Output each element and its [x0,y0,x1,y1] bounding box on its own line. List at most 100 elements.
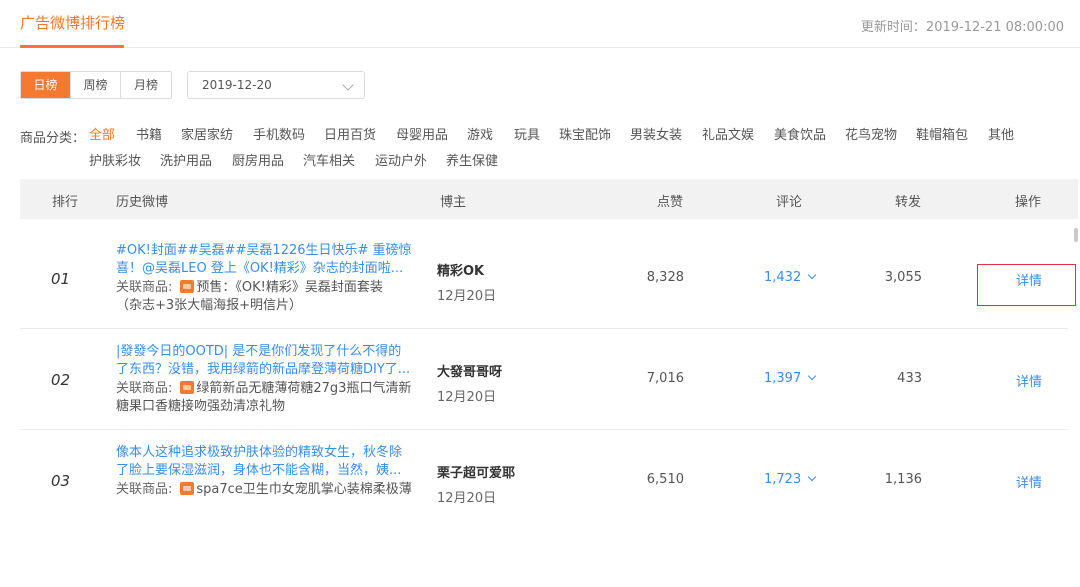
tab-weekly[interactable]: 周榜 [71,72,121,98]
header-comments: 评论 [776,195,803,210]
comments-count: 1,432 [764,270,802,285]
category-auto[interactable]: 汽车相关 [303,150,355,169]
category-home-textiles[interactable]: 家居家纺 [181,124,233,143]
post-date: 12月20日 [437,289,497,304]
chevron-down-icon [807,472,817,482]
scrollbar-thumb[interactable] [1074,228,1078,242]
category-all[interactable]: 全部 [89,124,115,143]
category-label: 商品分类： [20,131,86,146]
product-label: 关联商品: [116,381,173,396]
category-jewelry[interactable]: 珠宝配饰 [559,124,611,143]
product-name: 预售：《OK!精彩》吴磊封面套装 [196,280,383,295]
blogger-name[interactable]: 栗子超可爱耶 [437,462,515,481]
page-header: 广告微博排行榜 更新时间：2019-12-21 08:00:00 [0,0,1080,48]
category-digital[interactable]: 手机数码 [253,124,305,143]
header-reposts: 转发 [895,195,922,210]
tab-daily[interactable]: 日榜 [21,72,71,98]
tab-monthly[interactable]: 月榜 [121,72,171,98]
likes-count: 6,510 [646,472,684,487]
related-product: 关联商品: 绿箭新品无糖薄荷糖27g3瓶口气清新 糖果口香糖接吻强劲清凉礼物 [116,380,412,416]
related-product: 关联商品: spa7ce卫生巾女宠肌掌心装棉柔极薄 [116,481,412,499]
update-time: 更新时间：2019-12-21 08:00:00 [860,20,1064,35]
rank-number: 01 [51,270,71,288]
product-name-continued: （杂志+3张大幅海报+明信片） [116,298,303,313]
category-wash-care[interactable]: 洗护用品 [160,150,212,169]
post-cell: 像本人这种追求极致护肤体验的精致女生，秋冬除 了脸上要保湿滋润，身体也不能含糊，… [116,444,412,499]
table-row: 03 像本人这种追求极致护肤体验的精致女生，秋冬除 了脸上要保湿滋润，身体也不能… [20,430,1068,531]
post-title-link[interactable]: |發發今日的OOTD| 是不是你们发现了什么不得的 了东西？没错，我用绿箭的新品… [116,343,412,379]
category-baby[interactable]: 母婴用品 [396,124,448,143]
highlight-box [977,264,1076,306]
comments-toggle[interactable]: 1,397 [764,371,817,386]
post-date: 12月20日 [437,491,497,506]
category-other[interactable]: 其他 [988,124,1014,143]
product-name: 绿箭新品无糖薄荷糖27g3瓶口气清新 [196,381,412,396]
likes-count: 7,016 [646,371,684,386]
title-underline [20,45,124,48]
header-actions: 操作 [1015,195,1042,210]
table-row: 02 |發發今日的OOTD| 是不是你们发现了什么不得的 了东西？没错，我用绿箭… [20,329,1068,430]
reposts-count: 3,055 [884,270,922,285]
category-health[interactable]: 养生保健 [446,150,498,169]
comments-toggle[interactable]: 1,723 [764,472,817,487]
chevron-down-icon [807,270,817,280]
related-product: 关联商品: 预售：《OK!精彩》吴磊封面套装 （杂志+3张大幅海报+明信片） [116,279,412,315]
blogger-name[interactable]: 精彩OK [437,260,496,279]
reposts-count: 1,136 [884,472,922,487]
comments-count: 1,723 [764,472,802,487]
date-select-value: 2019-12-20 [202,78,272,92]
category-food[interactable]: 美食饮品 [774,124,826,143]
date-select[interactable]: 2019-12-20 [187,71,365,99]
blogger-cell: 大發哥哥呀 12月20日 [437,361,502,405]
shop-icon [180,280,195,293]
shop-icon [180,381,195,394]
table-header: 排行 历史微博 博主 点赞 评论 转发 操作 [20,179,1078,219]
category-toys[interactable]: 玩具 [514,124,540,143]
comments-count: 1,397 [764,371,802,386]
product-label: 关联商品: [116,482,173,497]
category-clothing[interactable]: 男装女装 [630,124,682,143]
post-date: 12月20日 [437,390,497,405]
post-cell: #OK!封面##吴磊##吴磊1226生日快乐# 重磅惊 喜！@吴磊LEO 登上《… [116,242,412,315]
category-books[interactable]: 书籍 [136,124,162,143]
product-name: spa7ce卫生巾女宠肌掌心装棉柔极薄 [196,482,412,497]
category-daily-goods[interactable]: 日用百货 [324,124,376,143]
category-games[interactable]: 游戏 [467,124,493,143]
chevron-down-icon [807,371,817,381]
table-row: 01 #OK!封面##吴磊##吴磊1226生日快乐# 重磅惊 喜！@吴磊LEO … [20,228,1068,329]
page-title[interactable]: 广告微博排行榜 [20,12,125,33]
shop-icon [180,482,195,495]
likes-count: 8,328 [646,270,684,285]
post-title-line: 了脸上要保湿滋润，身体也不能含糊，当然，姨... [116,463,402,478]
blogger-cell: 栗子超可爱耶 12月20日 [437,462,515,506]
post-title-line: 喜！@吴磊LEO 登上《OK!精彩》杂志的封面啦... [116,261,404,276]
period-tabs: 日榜 周榜 月榜 [20,71,172,99]
comments-toggle[interactable]: 1,432 [764,270,817,285]
category-bags[interactable]: 鞋帽箱包 [916,124,968,143]
category-pets[interactable]: 花鸟宠物 [845,124,897,143]
category-gifts[interactable]: 礼品文娱 [702,124,754,143]
post-title-line: 像本人这种追求极致护肤体验的精致女生，秋冬除 [116,445,403,460]
header-likes: 点赞 [657,195,684,210]
detail-link[interactable]: 详情 [1016,472,1042,491]
category-outdoor[interactable]: 运动户外 [375,150,427,169]
detail-link[interactable]: 详情 [1016,371,1042,390]
header-post: 历史微博 [116,195,169,210]
post-title-line: |發發今日的OOTD| 是不是你们发现了什么不得的 [116,344,402,359]
post-title-link[interactable]: 像本人这种追求极致护肤体验的精致女生，秋冬除 了脸上要保湿滋润，身体也不能含糊，… [116,444,412,480]
blogger-name[interactable]: 大發哥哥呀 [437,361,502,380]
rank-number: 03 [51,472,71,490]
header-blogger: 博主 [440,195,467,210]
post-cell: |發發今日的OOTD| 是不是你们发现了什么不得的 了东西？没错，我用绿箭的新品… [116,343,412,416]
post-title-link[interactable]: #OK!封面##吴磊##吴磊1226生日快乐# 重磅惊 喜！@吴磊LEO 登上《… [116,242,412,278]
category-kitchen[interactable]: 厨房用品 [232,150,284,169]
reposts-count: 433 [897,371,922,386]
product-name-continued: 糖果口香糖接吻强劲清凉礼物 [116,399,286,414]
header-rank: 排行 [52,195,79,210]
chevron-down-icon [342,79,354,91]
post-title-line: 了东西？没错，我用绿箭的新品摩登薄荷糖DIY了... [116,362,411,377]
post-title-line: #OK!封面##吴磊##吴磊1226生日快乐# 重磅惊 [116,243,412,258]
blogger-cell: 精彩OK 12月20日 [437,260,496,304]
category-skincare[interactable]: 护肤彩妆 [89,150,141,169]
rank-number: 02 [51,371,71,389]
